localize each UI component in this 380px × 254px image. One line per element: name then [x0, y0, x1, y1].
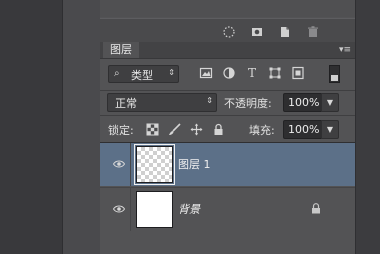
layer-name[interactable]: 图层 1 [178, 156, 211, 172]
lock-image-pixels-icon[interactable] [168, 123, 181, 136]
lock-icon [312, 203, 320, 214]
layer-thumbnail[interactable] [134, 144, 175, 185]
panel-top-area [100, 0, 355, 17]
layer-row-layer-1[interactable]: 图层 1 [100, 143, 355, 186]
shape-filter-icon[interactable] [268, 66, 282, 80]
updown-arrow-icon: ⇕ [206, 96, 213, 105]
blend-row: 正常 ⇕ 不透明度: 100% ▼ [100, 90, 355, 115]
search-icon: ⌕ [114, 68, 120, 79]
opacity-dropdown-button[interactable]: ▼ [321, 93, 339, 112]
adjustment-filter-icon[interactable] [222, 66, 236, 80]
workspace-left [0, 0, 62, 254]
toggle-knob [331, 75, 338, 81]
lock-all-icon[interactable] [212, 123, 225, 136]
filter-row: ⌕ 类型 ⇕ T [100, 60, 355, 88]
tab-layers[interactable]: 图层 [103, 42, 139, 58]
opacity-label: 不透明度: [224, 97, 272, 110]
divider [62, 0, 63, 254]
fill-label: 填充: [249, 124, 275, 137]
blend-mode-value: 正常 [115, 97, 137, 110]
lock-label: 锁定: [108, 124, 134, 137]
divider [130, 188, 131, 231]
blend-mode-select[interactable]: 正常 ⇕ [107, 93, 217, 112]
panel-menu-icon[interactable]: ▾≡ [339, 45, 351, 55]
lock-row: 锁定: 填充: 100% ▼ [100, 115, 355, 143]
filter-kind-label: 类型 [131, 69, 153, 82]
updown-arrow-icon: ⇕ [168, 68, 175, 77]
layer-thumbnail[interactable] [136, 191, 173, 228]
new-layer-icon[interactable] [278, 25, 292, 39]
fill-dropdown-button[interactable]: ▼ [321, 120, 339, 139]
panel-scroll-dock[interactable] [356, 0, 380, 254]
eye-icon[interactable] [113, 158, 125, 170]
panel-tab-bar: 图层 ▾≡ [100, 42, 355, 59]
text-filter-icon[interactable]: T [245, 66, 259, 80]
layers-panel: 图层 ▾≡ ⌕ 类型 ⇕ T 正常 ⇕ 不透明度: 100% ▼ 锁定: 填充:… [100, 0, 355, 254]
pixel-filter-icon[interactable] [199, 66, 213, 80]
filter-toggle[interactable] [329, 65, 340, 83]
opacity-input[interactable]: 100% [283, 93, 322, 112]
opacity-value: 100% [288, 96, 320, 109]
lock-position-icon[interactable] [190, 123, 203, 136]
fill-value: 100% [288, 123, 320, 136]
trash-icon[interactable] [306, 25, 320, 39]
eye-icon[interactable] [113, 203, 125, 215]
filter-kind-select[interactable]: ⌕ 类型 ⇕ [108, 65, 179, 83]
add-mask-icon[interactable] [250, 25, 264, 39]
fill-input[interactable]: 100% [283, 120, 322, 139]
layer-row-background[interactable]: 背景 [100, 187, 355, 231]
smart-object-filter-icon[interactable] [291, 66, 305, 80]
dotted-circle-icon[interactable] [222, 25, 236, 39]
lock-transparent-pixels-icon[interactable] [146, 123, 159, 136]
divider [130, 143, 131, 186]
layer-name[interactable]: 背景 [178, 201, 200, 217]
